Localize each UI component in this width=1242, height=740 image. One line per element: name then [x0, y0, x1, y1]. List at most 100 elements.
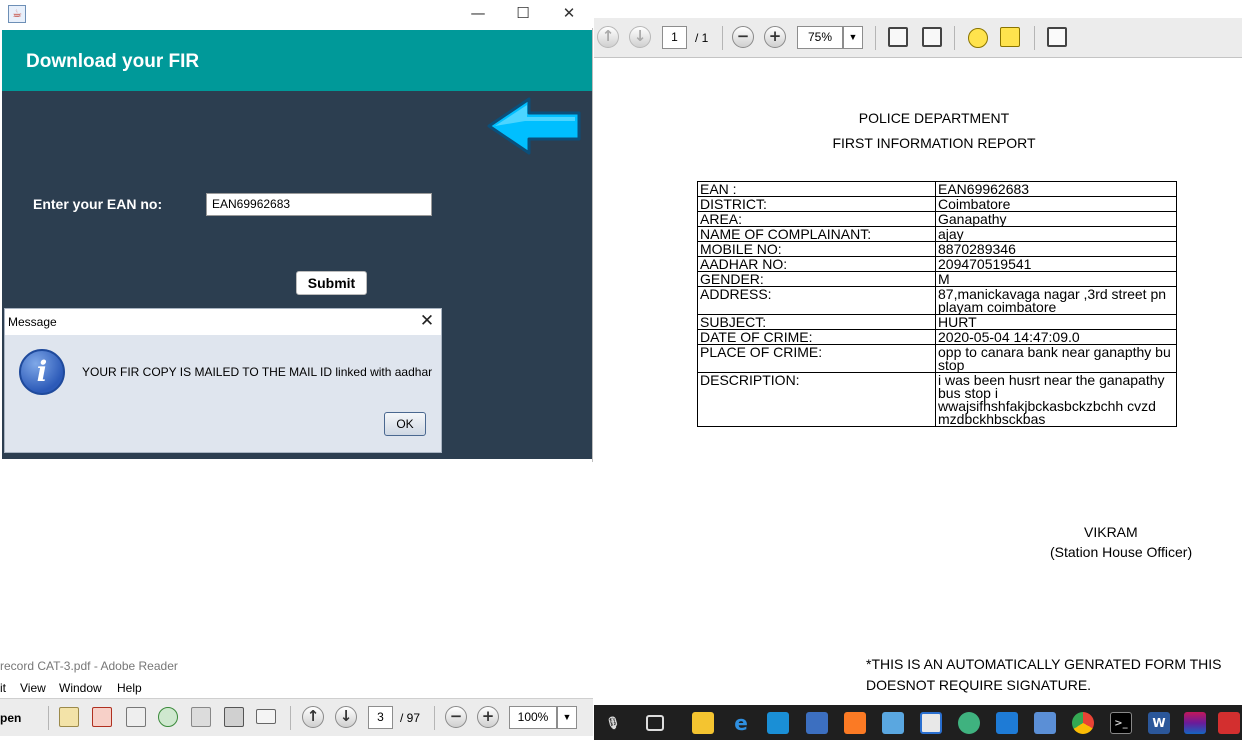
fir-field-label: DATE OF CRIME: [697, 329, 936, 345]
menu-view[interactable]: View [20, 681, 46, 695]
footer-note-line2: DOESNOT REQUIRE SIGNATURE. [866, 677, 1092, 693]
vscode-icon[interactable] [996, 712, 1018, 734]
fir-field-value: 209470519541 [935, 256, 1177, 272]
fir-field-label: PLACE OF CRIME: [697, 344, 936, 373]
dialog-close-button[interactable]: ✕ [415, 310, 439, 334]
message-dialog: Message ✕ i YOUR FIR COPY IS MAILED TO T… [4, 308, 442, 453]
fir-field-value: EAN69962683 [935, 181, 1177, 197]
close-window-button[interactable]: ✕ [546, 0, 592, 28]
zoom-out-icon[interactable]: − [445, 706, 467, 728]
fir-field-value: opp to canara bank near ganapthy bu stop [935, 344, 1177, 373]
table-row: AREA: Ganapathy [697, 211, 1177, 227]
fir-field-value: Coimbatore [935, 196, 1177, 212]
fit-width-icon[interactable] [888, 27, 908, 47]
zoom-input[interactable]: 75% [797, 26, 843, 49]
page-number-input[interactable]: 1 [662, 26, 687, 49]
back-arrow-icon[interactable] [485, 95, 585, 157]
dialog-title: Message [8, 315, 57, 329]
menu-edit[interactable]: it [0, 681, 6, 695]
toolbar-separator [954, 26, 955, 50]
dialog-titlebar[interactable]: Message ✕ [5, 309, 441, 335]
zoom-out-icon[interactable]: − [732, 26, 754, 48]
page-number-input[interactable]: 3 [368, 706, 393, 729]
toolbar-separator [434, 706, 435, 730]
fir-field-value: M [935, 271, 1177, 287]
ean-input[interactable]: EAN69962683 [206, 193, 432, 216]
fir-field-label: DESCRIPTION: [697, 372, 936, 427]
toolbar-separator [48, 706, 49, 730]
next-page-icon[interactable]: ↓ [335, 706, 357, 728]
fullscreen-icon[interactable] [1047, 27, 1067, 47]
submit-button[interactable]: Submit [296, 271, 367, 295]
fir-field-label: ADDRESS: [697, 286, 936, 315]
fir-field-label: MOBILE NO: [697, 241, 936, 257]
sign-icon[interactable] [126, 707, 146, 727]
zoom-dropdown-icon[interactable]: ▼ [557, 706, 577, 729]
fir-field-label: GENDER: [697, 271, 936, 287]
pdf-edit-icon[interactable] [92, 707, 112, 727]
fir-field-value: i was been husrt near the ganapathy bus … [935, 372, 1177, 427]
next-page-icon[interactable]: ↓ [629, 26, 651, 48]
java-app-window: ☕ — ☐ ✕ Download your FIR Enter your EAN… [0, 0, 593, 462]
prev-page-icon[interactable]: ↑ [302, 706, 324, 728]
menu-window[interactable]: Window [59, 681, 102, 695]
java-titlebar[interactable]: ☕ — ☐ ✕ [0, 0, 593, 28]
window-app-icon[interactable] [920, 712, 942, 734]
fir-field-value: 2020-05-04 14:47:09.0 [935, 329, 1177, 345]
task-view-icon[interactable] [646, 715, 664, 731]
xampp-icon[interactable] [844, 712, 866, 734]
network-app-icon[interactable] [806, 712, 828, 734]
toolbar-separator [722, 26, 723, 50]
print-icon[interactable] [224, 707, 244, 727]
fir-field-value: 8870289346 [935, 241, 1177, 257]
page-total: / 97 [400, 711, 421, 725]
save-icon[interactable] [191, 707, 211, 727]
maximize-button[interactable]: ☐ [500, 0, 546, 28]
store-icon[interactable] [767, 712, 789, 734]
file-explorer-icon[interactable] [692, 712, 714, 734]
zoom-dropdown-icon[interactable]: ▼ [843, 26, 863, 49]
zoom-in-icon[interactable]: + [477, 706, 499, 728]
pdf-document-page: POLICE DEPARTMENT FIRST INFORMATION REPO… [594, 59, 1242, 705]
open-button[interactable]: pen [0, 711, 21, 725]
highlight-pen-icon[interactable] [1000, 27, 1020, 47]
zoom-in-icon[interactable]: + [764, 26, 786, 48]
taskbar: 🎙 e >_ W [594, 705, 1242, 740]
toolbar-separator [1034, 26, 1035, 50]
fir-field-label: AADHAR NO: [697, 256, 936, 272]
fir-field-value: ajay [935, 226, 1177, 242]
minimize-button[interactable]: — [455, 0, 501, 28]
edge-browser-icon[interactable]: e [730, 712, 752, 734]
chrome-icon[interactable] [1072, 712, 1094, 734]
table-row: DESCRIPTION: i was been husrt near the ga… [697, 372, 1177, 427]
winrar-icon[interactable] [1184, 712, 1206, 734]
comment-icon[interactable] [968, 28, 988, 48]
email-icon[interactable] [256, 709, 276, 724]
java-cup-icon: ☕ [8, 5, 26, 23]
microphone-icon[interactable]: 🎙 [602, 712, 624, 734]
prev-page-icon[interactable]: ↑ [597, 26, 619, 48]
fit-page-icon[interactable] [922, 27, 942, 47]
word-icon[interactable]: W [1148, 712, 1170, 734]
acrobat-icon[interactable] [1218, 712, 1240, 734]
upload-cloud-icon[interactable] [158, 707, 178, 727]
zoom-input[interactable]: 100% [509, 706, 557, 729]
toolbar-separator [875, 26, 876, 50]
menu-help[interactable]: Help [117, 681, 142, 695]
doc-department: POLICE DEPARTMENT [858, 110, 1010, 126]
adobe-toolbar: pen ↑ ↓ 3 / 97 − + 100% ▼ [0, 698, 593, 736]
info-icon: i [19, 349, 65, 395]
create-pdf-icon[interactable] [59, 707, 79, 727]
fir-field-label: DISTRICT: [697, 196, 936, 212]
atom-icon[interactable] [958, 712, 980, 734]
terminal-icon[interactable]: >_ [1110, 712, 1132, 734]
fir-field-label: NAME OF COMPLAINANT: [697, 226, 936, 242]
fir-header: Download your FIR [2, 30, 592, 91]
virtualbox-icon[interactable] [882, 712, 904, 734]
ok-button[interactable]: OK [384, 412, 426, 436]
table-row: DISTRICT: Coimbatore [697, 196, 1177, 212]
mail-icon[interactable] [1034, 712, 1056, 734]
fir-field-label: AREA: [697, 211, 936, 227]
table-row: MOBILE NO: 8870289346 [697, 241, 1177, 257]
page-title: Download your FIR [26, 51, 200, 72]
